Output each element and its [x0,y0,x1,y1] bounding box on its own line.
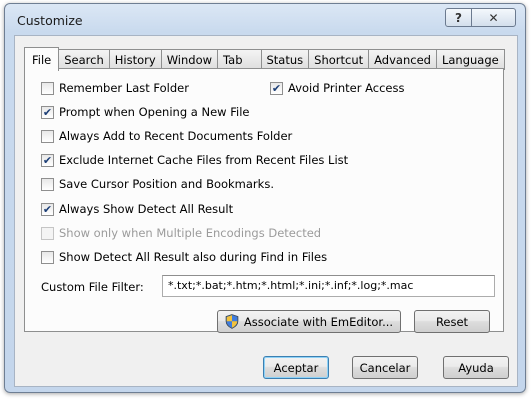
checkbox-box[interactable] [41,81,54,95]
checkbox-label: Remember Last Folder [59,81,189,95]
custom-filter-label: Custom File Filter: [41,280,144,294]
checkbox-box[interactable]: ✔ [41,202,54,216]
tab-tab[interactable]: Tab [218,49,262,70]
checkbox-label: Avoid Printer Access [288,81,405,95]
tab-history[interactable]: History [109,49,162,70]
uac-shield-icon [225,314,239,329]
exclude-cache-checkbox[interactable]: ✔ Exclude Internet Cache Files from Rece… [41,153,348,167]
checkbox-label: Save Cursor Position and Bookmarks. [59,177,274,191]
checkbox-label: Show only when Multiple Encodings Detect… [59,226,322,240]
close-button[interactable]: ✕ [471,8,516,27]
associate-button[interactable]: Associate with EmEditor... [217,310,401,333]
checkbox-box[interactable] [41,129,54,143]
save-cursor-checkbox[interactable]: Save Cursor Position and Bookmarks. [41,177,274,191]
tab-file[interactable]: File [24,47,60,71]
checkbox-box [41,226,54,240]
associate-button-label: Associate with EmEditor... [243,314,394,329]
checkbox-label: Always Add to Recent Documents Folder [59,129,293,143]
dialog-client-area: File Search History Window Tab Status Sh… [14,35,518,387]
help-title-button[interactable]: ? [445,8,472,27]
checkbox-label: Exclude Internet Cache Files from Recent… [59,153,349,167]
tab-strip: File Search History Window Tab Status Sh… [24,47,505,71]
cancel-button[interactable]: Cancelar [352,356,418,379]
prompt-new-file-checkbox[interactable]: ✔ Prompt when Opening a New File [41,105,249,119]
remember-last-folder-checkbox[interactable]: Remember Last Folder [41,81,189,95]
tab-shortcut[interactable]: Shortcut [309,49,370,70]
tab-advanced[interactable]: Advanced [369,49,437,70]
custom-filter-input[interactable]: *.txt;*.bat;*.htm;*.html;*.ini;*.inf;*.l… [162,275,495,297]
tab-status[interactable]: Status [261,49,310,70]
checkbox-label: Always Show Detect All Result [59,202,234,216]
ok-button[interactable]: Aceptar [263,356,329,379]
checkbox-label: Show Detect All Result also during Find … [59,250,328,264]
checkbox-box[interactable]: ✔ [41,105,54,119]
customize-dialog: Customize ? ✕ File Search History Window… [4,3,526,393]
show-only-multiple-checkbox: Show only when Multiple Encodings Detect… [41,226,321,240]
avoid-printer-access-checkbox[interactable]: ✔ Avoid Printer Access [270,81,404,95]
tab-window[interactable]: Window [161,49,219,70]
tab-language[interactable]: Language [436,49,505,70]
always-add-recent-checkbox[interactable]: Always Add to Recent Documents Folder [41,129,292,143]
checkbox-box[interactable]: ✔ [41,153,54,167]
show-detect-find-checkbox[interactable]: Show Detect All Result also during Find … [41,250,327,264]
checkbox-box[interactable]: ✔ [270,81,283,95]
checkbox-box[interactable] [41,177,54,191]
checkbox-label: Prompt when Opening a New File [59,105,250,119]
show-detect-all-checkbox[interactable]: ✔ Always Show Detect All Result [41,202,233,216]
tab-search[interactable]: Search [59,49,110,70]
dialog-title: Customize [17,13,83,28]
help-button[interactable]: Ayuda [443,356,509,379]
reset-button[interactable]: Reset [414,310,490,333]
file-tab-panel: Remember Last Folder ✔ Avoid Printer Acc… [24,68,504,333]
checkbox-box[interactable] [41,250,54,264]
